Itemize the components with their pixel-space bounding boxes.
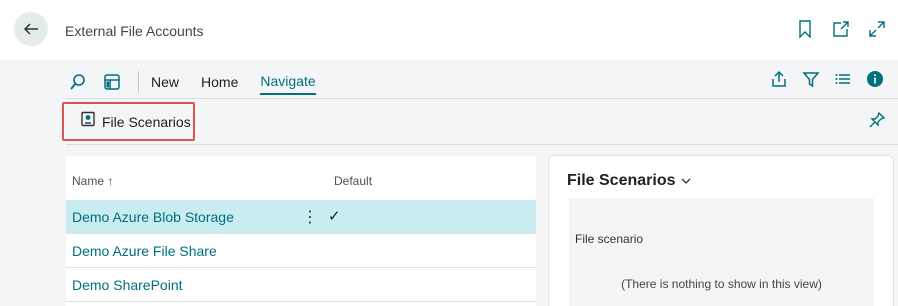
file-scenarios-label: File Scenarios xyxy=(102,113,191,130)
file-scenarios-factbox: File Scenarios File scenario (There is n… xyxy=(548,155,894,306)
table-row[interactable]: Demo Azure Blob Storage ⋮ ✓ xyxy=(66,200,536,234)
file-scenarios-button[interactable]: File Scenarios xyxy=(62,102,195,141)
bookmark-icon[interactable] xyxy=(796,20,814,38)
tab-home[interactable]: Home xyxy=(201,70,238,94)
row-menu-icon[interactable]: ⋮ xyxy=(302,207,318,227)
arrow-left-icon xyxy=(23,23,38,35)
action-bar: New Home Navigate xyxy=(66,68,890,96)
column-header-name[interactable]: Name ↑ xyxy=(72,174,113,188)
file-scenarios-icon xyxy=(80,111,96,132)
account-name-link[interactable]: Demo SharePoint xyxy=(72,277,183,293)
chevron-down-icon xyxy=(681,178,690,184)
list-header: Name ↑ Default xyxy=(72,174,532,194)
factbox-title[interactable]: File Scenarios xyxy=(567,172,692,190)
title-bar: External File Accounts xyxy=(0,0,898,60)
page-title: External File Accounts xyxy=(65,23,204,39)
list-view-icon[interactable] xyxy=(100,70,124,94)
expand-icon[interactable] xyxy=(868,20,886,38)
tab-new[interactable]: New xyxy=(151,70,179,94)
list-icon[interactable] xyxy=(834,70,852,93)
filter-icon[interactable] xyxy=(802,70,820,93)
pin-icon[interactable] xyxy=(868,111,886,134)
table-row[interactable]: Demo Azure File Share xyxy=(66,234,536,268)
info-icon[interactable] xyxy=(866,70,884,93)
share-icon[interactable] xyxy=(770,70,788,93)
factbox-title-label: File Scenarios xyxy=(567,172,676,189)
search-icon[interactable] xyxy=(66,70,90,94)
default-checkmark: ✓ xyxy=(328,208,341,225)
account-name-link[interactable]: Demo Azure Blob Storage xyxy=(72,209,234,225)
divider xyxy=(66,98,898,99)
table-row[interactable]: Demo SharePoint xyxy=(66,268,536,302)
account-name-link[interactable]: Demo Azure File Share xyxy=(72,243,217,259)
column-header-default[interactable]: Default xyxy=(334,174,372,188)
factbox-column-header: File scenario xyxy=(575,232,644,246)
tab-navigate[interactable]: Navigate xyxy=(260,69,316,95)
factbox-content: File scenario (There is nothing to show … xyxy=(569,198,874,306)
open-new-window-icon[interactable] xyxy=(832,20,850,38)
accounts-list: Name ↑ Default Demo Azure Blob Storage ⋮… xyxy=(66,156,536,306)
separator xyxy=(138,71,139,93)
back-button[interactable] xyxy=(14,12,48,46)
empty-message: (There is nothing to show in this view) xyxy=(621,277,822,291)
divider xyxy=(66,144,898,145)
page-area: New Home Navigate File Scenarios Name ↑ … xyxy=(0,60,898,306)
